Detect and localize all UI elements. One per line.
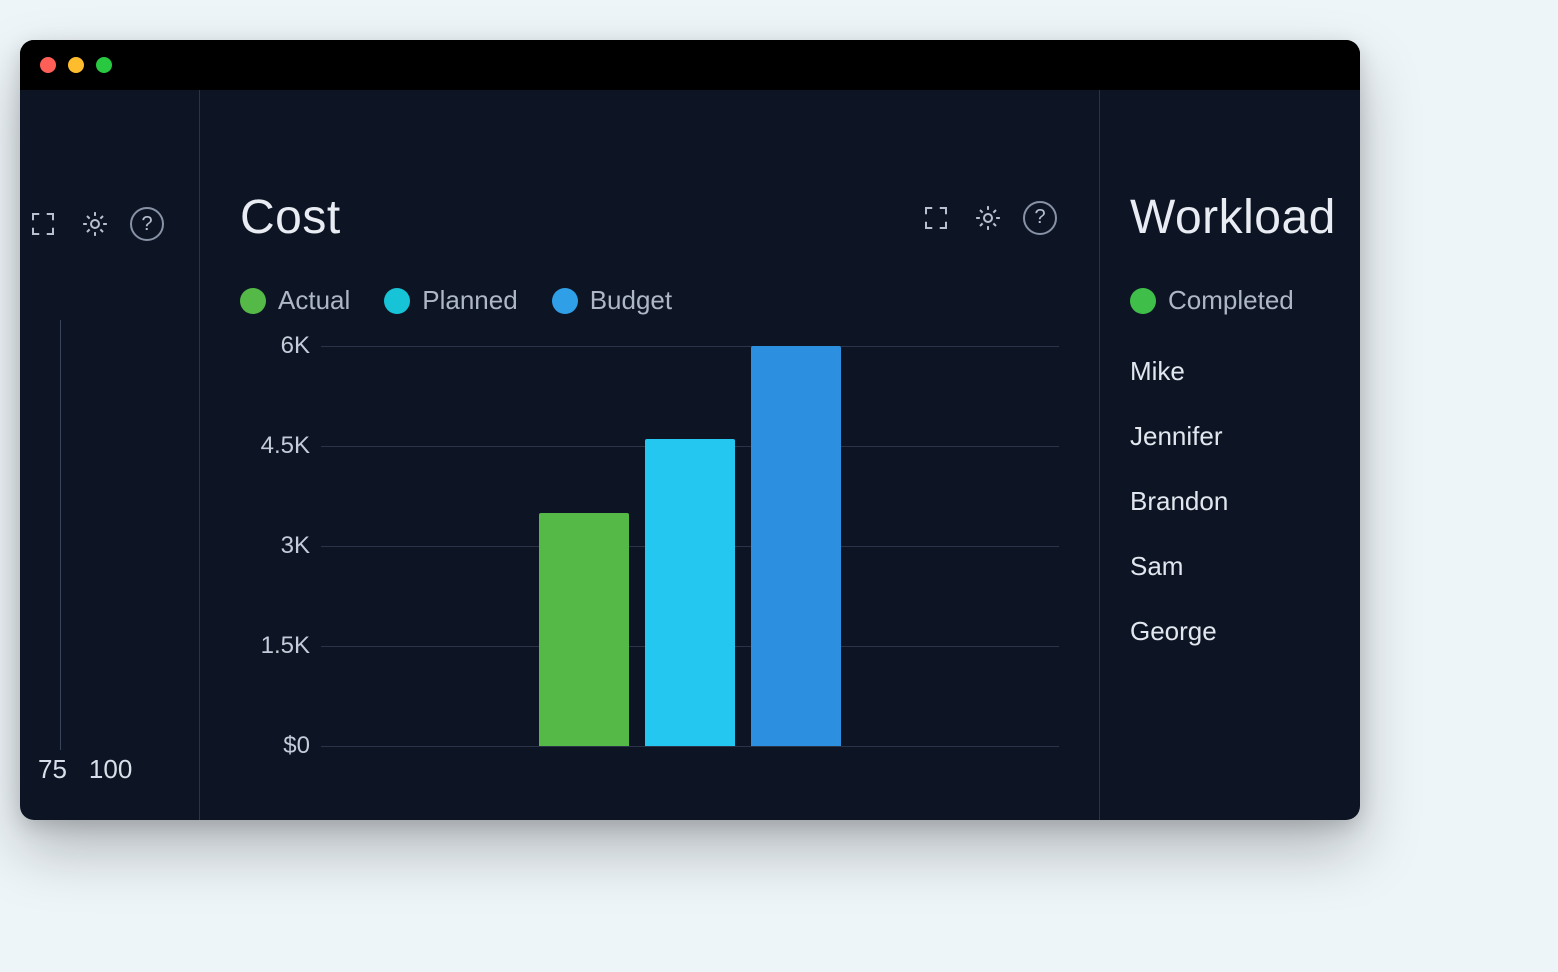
zoom-icon[interactable]	[96, 57, 112, 73]
swatch-budget	[552, 288, 578, 314]
panel-left-fragment: ? 75 100	[20, 90, 200, 820]
bar-actual[interactable]	[539, 513, 629, 746]
swatch-planned	[384, 288, 410, 314]
panel-title-workload: Workload	[1130, 190, 1360, 245]
legend-label: Actual	[278, 285, 350, 316]
left-axis-fragment: 75 100	[38, 754, 132, 785]
gear-icon[interactable]	[76, 205, 114, 243]
help-icon[interactable]: ?	[1021, 199, 1059, 237]
expand-icon[interactable]	[917, 199, 955, 237]
legend: Actual Planned Budget	[240, 285, 1059, 316]
legend-item-actual[interactable]: Actual	[240, 285, 350, 316]
expand-icon[interactable]	[24, 205, 62, 243]
panel-title-cost: Cost	[240, 190, 341, 245]
list-item[interactable]: Brandon	[1130, 486, 1360, 517]
swatch-actual	[240, 288, 266, 314]
legend-label: Planned	[422, 285, 517, 316]
bar-planned[interactable]	[645, 439, 735, 746]
plot-area	[320, 346, 1059, 746]
y-axis: 6K 4.5K 3K 1.5K $0	[240, 346, 320, 746]
legend-item-budget[interactable]: Budget	[552, 285, 672, 316]
panel-workload: Workload Completed Mike Jennifer Brandon…	[1100, 90, 1360, 820]
gear-icon[interactable]	[969, 199, 1007, 237]
list-item[interactable]: Mike	[1130, 356, 1360, 387]
y-tick: $0	[240, 732, 310, 760]
bar-budget[interactable]	[751, 346, 841, 746]
axis-line	[60, 320, 61, 750]
gridline	[321, 746, 1059, 747]
minimize-icon[interactable]	[68, 57, 84, 73]
legend-label: Completed	[1168, 285, 1294, 316]
close-icon[interactable]	[40, 57, 56, 73]
list-item[interactable]: Sam	[1130, 551, 1360, 582]
app-window: ? 75 100 Cost	[20, 40, 1360, 820]
swatch-completed	[1130, 288, 1156, 314]
panel-cost: Cost	[200, 90, 1100, 820]
workload-people-list: Mike Jennifer Brandon Sam George	[1130, 356, 1360, 647]
cost-chart: 6K 4.5K 3K 1.5K $0	[240, 346, 1059, 746]
list-item[interactable]: Jennifer	[1130, 421, 1360, 452]
list-item[interactable]: George	[1130, 616, 1360, 647]
help-icon[interactable]: ?	[128, 205, 166, 243]
legend-item-completed[interactable]: Completed	[1130, 285, 1360, 316]
y-tick: 3K	[240, 532, 310, 560]
titlebar	[20, 40, 1360, 90]
legend-item-planned[interactable]: Planned	[384, 285, 517, 316]
y-tick: 4.5K	[240, 432, 310, 460]
legend-label: Budget	[590, 285, 672, 316]
axis-tick: 75	[38, 754, 67, 785]
y-tick: 6K	[240, 332, 310, 360]
axis-tick: 100	[89, 754, 132, 785]
y-tick: 1.5K	[240, 632, 310, 660]
